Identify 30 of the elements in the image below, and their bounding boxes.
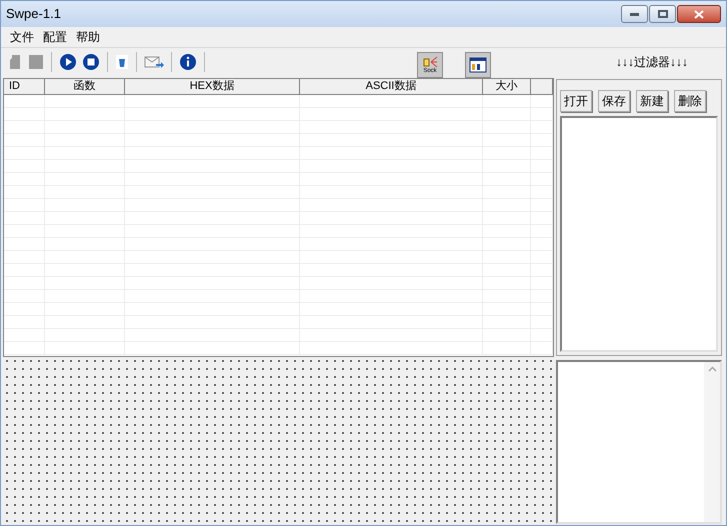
filter-list[interactable] <box>560 116 718 352</box>
close-icon <box>694 10 704 18</box>
stop-icon[interactable] <box>82 52 100 70</box>
close-button[interactable] <box>677 5 721 23</box>
minimize-button[interactable] <box>621 5 648 23</box>
info-icon[interactable] <box>179 52 197 70</box>
window-toggle[interactable] <box>465 52 491 78</box>
window-title: Swpe-1.1 <box>6 5 61 24</box>
filter-action-button[interactable]: 删除 <box>674 90 706 112</box>
column-header[interactable]: ASCII数据 <box>300 79 483 95</box>
mail-forward-icon[interactable] <box>144 54 164 70</box>
column-header[interactable]: 函数 <box>45 79 125 95</box>
trash-icon[interactable] <box>115 54 129 70</box>
filter-action-button[interactable]: 打开 <box>560 90 592 112</box>
play-icon[interactable] <box>59 52 77 70</box>
plug-icon <box>422 56 438 68</box>
window-icon <box>469 56 487 72</box>
log-text-area[interactable] <box>556 360 722 524</box>
scrollbar[interactable] <box>704 362 720 522</box>
filter-action-button[interactable]: 保存 <box>598 90 630 112</box>
menu-item[interactable]: 帮助 <box>76 28 100 46</box>
filter-title: ↓↓↓过滤器↓↓↓ <box>616 54 688 70</box>
column-header[interactable] <box>531 79 553 95</box>
filter-action-button[interactable]: 新建 <box>636 90 668 112</box>
maximize-button[interactable] <box>649 5 676 23</box>
column-header[interactable]: HEX数据 <box>125 79 300 95</box>
menu-item[interactable]: 文件 <box>10 28 34 46</box>
column-header[interactable]: ID <box>4 79 45 95</box>
column-header[interactable]: 大小 <box>483 79 531 95</box>
menu-item[interactable]: 配置 <box>43 28 67 46</box>
